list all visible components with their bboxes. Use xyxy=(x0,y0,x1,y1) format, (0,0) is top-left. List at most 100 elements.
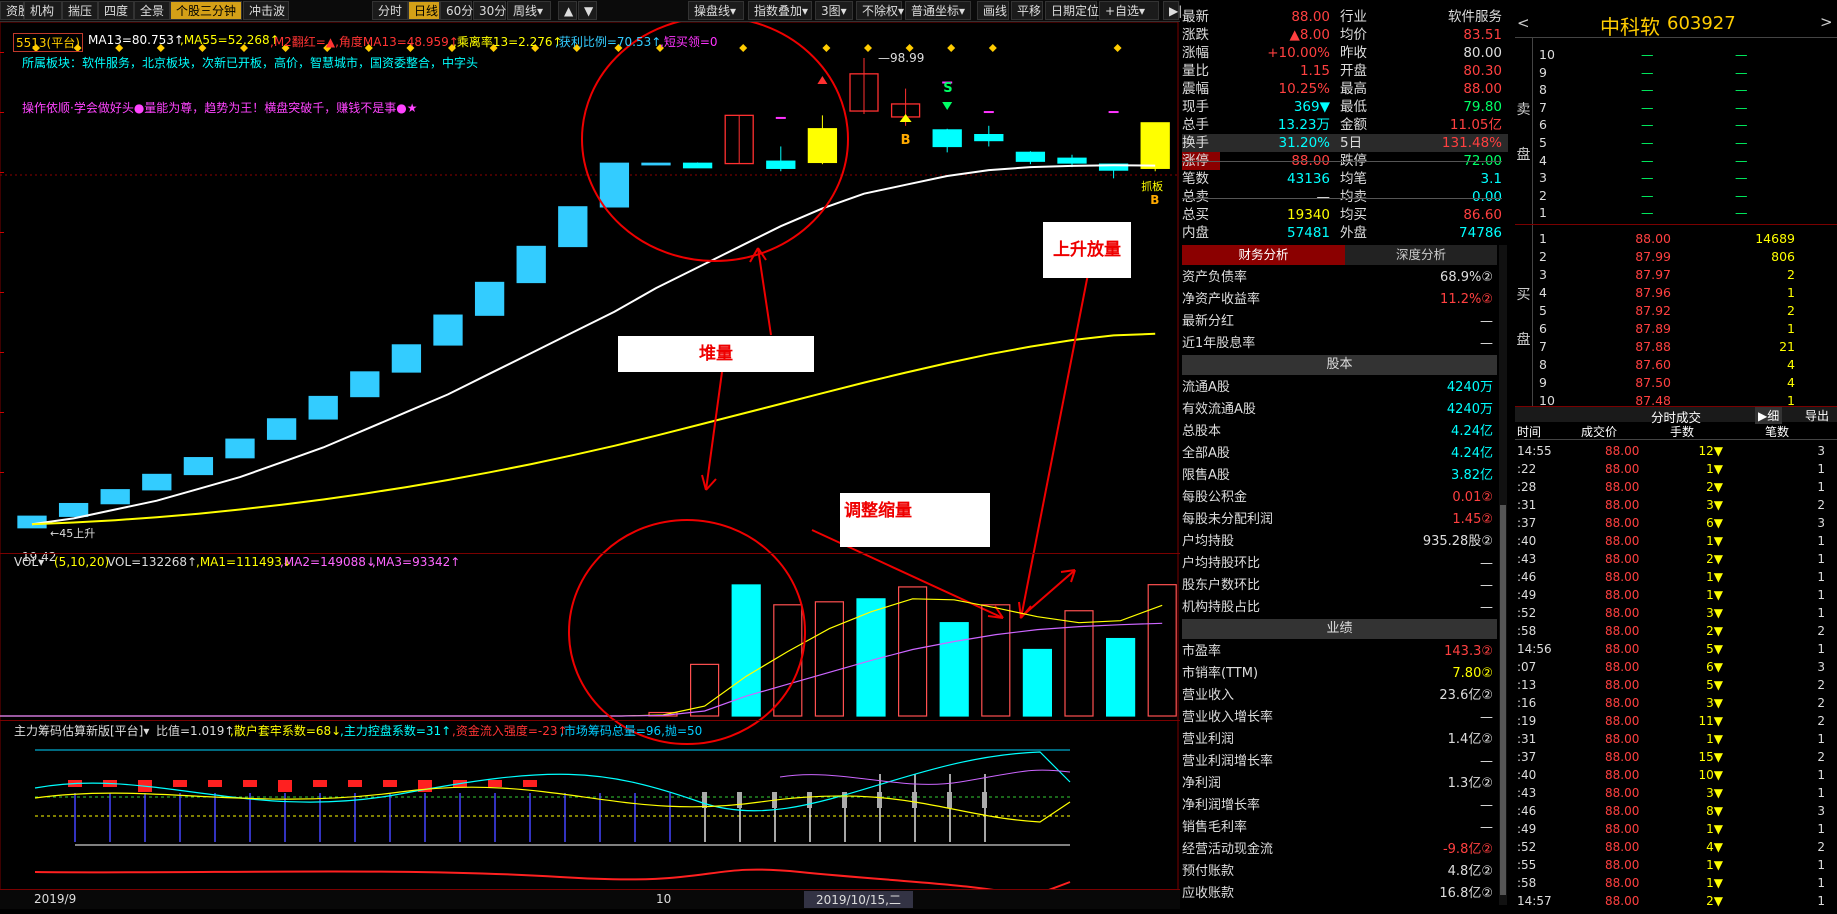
finance-scrollbar[interactable] xyxy=(1499,245,1507,905)
toolbar-item-5[interactable]: 个股三分钟 xyxy=(170,1,242,20)
tab-depth-analysis[interactable]: 深度分析 xyxy=(1345,245,1497,265)
toolbar-item-4[interactable]: 全景 xyxy=(134,1,170,20)
sell-price: — xyxy=(1641,99,1654,115)
quote-row-11: 总买 19340 均买 86.60 xyxy=(1182,206,1508,224)
tick-volume: 1▼ xyxy=(1706,732,1723,746)
tick-time: 14:56 xyxy=(1517,642,1552,656)
candle-11 xyxy=(474,281,505,316)
toolbar-item-10[interactable]: 30分 xyxy=(473,1,506,20)
toolbar-item-21[interactable]: 日期定位 xyxy=(1045,1,1099,20)
tick-volume: 4▼ xyxy=(1706,840,1723,854)
quote-value-7: 31.20% xyxy=(1278,135,1330,151)
chip-chart xyxy=(34,749,1071,896)
toolbar-item-12[interactable]: ▲ xyxy=(558,1,577,20)
toolbar-item-0[interactable]: 资股 xyxy=(0,1,30,20)
toolbar-item-19[interactable]: 画线 xyxy=(977,1,1009,20)
tick-count: 2 xyxy=(1817,624,1825,638)
buy-price: 87.48 xyxy=(1635,393,1671,408)
quote-label-7: 换手 xyxy=(1182,135,1209,151)
tick-price: 88.00 xyxy=(1605,498,1640,512)
toolbar-item-7[interactable]: 分时 xyxy=(372,1,408,20)
toolbar-item-15[interactable]: 指数叠加▾ xyxy=(748,1,812,20)
period-select[interactable]: 5513(平台) xyxy=(13,33,83,52)
finance-label: 户均持股环比 xyxy=(1182,556,1261,571)
candle-22 xyxy=(932,128,962,153)
toolbar-item-11[interactable]: 周线▾ xyxy=(507,1,551,20)
toolbar-item-22[interactable]: +自选▾ xyxy=(1099,1,1159,20)
buy-level-num: 6 xyxy=(1539,321,1547,336)
tick-time: :49 xyxy=(1517,588,1537,602)
toolbar-item-20[interactable]: 平移 xyxy=(1011,1,1043,20)
tick-row: :28 88.00 2▼ 1 xyxy=(1515,478,1837,496)
tick-time: :55 xyxy=(1517,858,1537,872)
finance-panel: 财务分析 深度分析 资产负债率 68.9%② 净资产收益率 11.2%② 最新分红 — 近1… xyxy=(1182,245,1497,905)
tick-row: 14:55 88.00 12▼ 3 xyxy=(1515,442,1837,460)
vol-select[interactable]: VOL▾ xyxy=(14,555,44,569)
toolbar-item-14[interactable]: 操盘线▾ xyxy=(688,1,744,20)
toolbar-item-13[interactable]: ▼ xyxy=(578,1,597,20)
sell-price: — xyxy=(1641,117,1654,133)
prev-stock-icon[interactable]: < xyxy=(1517,14,1530,32)
toolbar-item-16[interactable]: 3图▾ xyxy=(815,1,853,20)
ticks-detail-button[interactable]: ▶细 xyxy=(1755,407,1783,424)
quote-row-9: 笔数 43136 均笔 3.1 xyxy=(1182,170,1508,188)
finance-value: — xyxy=(1480,798,1493,813)
tick-time: :58 xyxy=(1517,624,1537,638)
candle-27 xyxy=(1140,122,1170,172)
book-divider xyxy=(1515,224,1837,225)
ticks-export-button[interactable]: 导出 xyxy=(1805,407,1829,424)
chip-ratio: 比值=1.019↑ xyxy=(156,724,235,738)
tick-row: :07 88.00 6▼ 3 xyxy=(1515,658,1837,676)
finance-row-rows1-3: 近1年股息率 — xyxy=(1182,333,1497,355)
sell-level-3: 3 — — xyxy=(1535,169,1835,186)
toolbar-item-8[interactable]: 日线 xyxy=(408,1,440,20)
toolbar-item-18[interactable]: 普通坐标▾ xyxy=(905,1,971,20)
ticks-column-headers: 时间 成交价 手数 笔数 xyxy=(1515,424,1837,440)
tick-volume: 1▼ xyxy=(1706,588,1723,602)
tick-price: 88.00 xyxy=(1605,714,1640,728)
kline-chart[interactable]: 19.42—98.99←45上升SB抓板B xyxy=(0,22,1180,896)
sell-level-num: 9 xyxy=(1539,64,1547,80)
chip-indicator-bar: 主力筹码估算新版[平台]▾ 比值=1.019↑ ,散户套牢系数=68↓ ,主力控… xyxy=(0,720,1180,738)
tick-volume: 1▼ xyxy=(1706,822,1723,836)
finance-row-rows2-9: 股东户数环比 — xyxy=(1182,575,1497,597)
sell-label: 卖盘 xyxy=(1515,38,1533,228)
chip-select[interactable]: 主力筹码估算新版[平台]▾ xyxy=(14,722,149,739)
tick-volume: 2▼ xyxy=(1706,624,1723,638)
quote-value2-2: 80.00 xyxy=(1463,45,1502,61)
next-stock-icon[interactable]: > xyxy=(1820,13,1833,31)
finance-label: 机构持股占比 xyxy=(1182,600,1261,615)
toolbar-item-1[interactable]: 机构 xyxy=(24,1,62,20)
ma-rising-label: ←45上升 xyxy=(50,527,95,540)
toolbar-item-23[interactable]: ▶| xyxy=(1163,1,1182,20)
tick-volume: 2▼ xyxy=(1706,552,1723,566)
ticks-col-0: 时间 xyxy=(1517,425,1542,439)
finance-label: 市销率(TTM) xyxy=(1182,666,1259,681)
tab-finance-analysis[interactable]: 财务分析 xyxy=(1182,245,1345,265)
toolbar-item-17[interactable]: 不除权▾ xyxy=(856,1,904,20)
quote-value2-4: 88.00 xyxy=(1463,81,1502,97)
finance-row-rows1-1: 净资产收益率 11.2%② xyxy=(1182,289,1497,311)
tick-price: 88.00 xyxy=(1605,840,1640,854)
tick-time: :43 xyxy=(1517,786,1537,800)
tick-volume: 1▼ xyxy=(1706,858,1723,872)
candle-5 xyxy=(225,438,255,459)
finance-value: 4240万 xyxy=(1446,402,1493,417)
buy-volume: 4 xyxy=(1787,375,1795,390)
buy-level-3: 3 87.97 2 xyxy=(1535,266,1835,283)
tick-count: 1 xyxy=(1817,822,1825,836)
tick-time: :22 xyxy=(1517,462,1537,476)
sell-level-num: 3 xyxy=(1539,170,1547,186)
tick-count: 1 xyxy=(1817,552,1825,566)
toolbar-item-2[interactable]: 揣压 xyxy=(62,1,98,20)
toolbar-item-3[interactable]: 四度 xyxy=(98,1,134,20)
short-buy-value: ,短买领=0 xyxy=(660,35,718,49)
tick-time: :13 xyxy=(1517,678,1537,692)
toolbar-item-6[interactable]: 冲击波 xyxy=(243,1,289,20)
finance-label: 总股本 xyxy=(1182,424,1222,439)
toolbar-item-9[interactable]: 60分 xyxy=(440,1,473,20)
candle-24 xyxy=(1015,151,1046,165)
tick-price: 88.00 xyxy=(1605,876,1640,890)
finance-row-rows2-1: 有效流通A股 4240万 xyxy=(1182,399,1497,421)
sell-level-7: 7 — — xyxy=(1535,99,1835,116)
